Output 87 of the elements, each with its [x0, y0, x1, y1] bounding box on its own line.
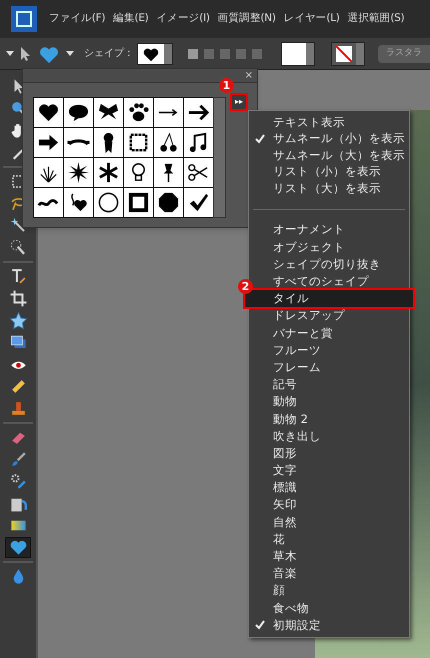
menu-item[interactable]: 選択範囲(S) [348, 11, 404, 27]
menu-item[interactable]: レイヤー(L) [284, 11, 340, 27]
shape-thumbnail[interactable] [64, 158, 93, 187]
shape-thumbnail[interactable] [34, 158, 63, 187]
caret-icon[interactable] [6, 51, 14, 56]
frame-icon [127, 131, 150, 154]
menu-option[interactable]: フレーム [249, 359, 409, 376]
shape-thumbnail[interactable] [94, 188, 123, 217]
shape-thumbnail[interactable] [124, 128, 153, 157]
menu-item[interactable]: 画質調整(N) [218, 11, 276, 27]
menu-option[interactable]: バナーと賞 [249, 324, 409, 342]
menu-option[interactable]: 標識 [249, 479, 409, 496]
menu-option[interactable]: 動物 [249, 393, 409, 411]
heart-icon [8, 538, 28, 557]
paw-icon [127, 101, 150, 124]
shape-thumbnail[interactable] [154, 158, 183, 187]
shape-thumbnail[interactable] [154, 98, 183, 127]
shape-thumbnail[interactable] [154, 188, 183, 217]
shape-thumbnail[interactable] [34, 128, 63, 157]
crop-icon [8, 289, 28, 308]
menu-option[interactable]: テキスト表示 [249, 114, 409, 130]
shape-thumbnail[interactable] [184, 128, 213, 157]
shape-thumbnail[interactable] [124, 158, 153, 187]
shape-thumbnail[interactable] [64, 128, 93, 157]
shape-thumbnail[interactable] [154, 128, 183, 157]
app-logo-icon [11, 6, 37, 32]
menu-option[interactable]: 動物 2 [249, 410, 409, 428]
arrow-pointer-icon[interactable] [20, 46, 32, 62]
menu-option[interactable]: リスト（大）を表示 [249, 180, 409, 196]
shape-picker[interactable] [136, 42, 173, 64]
shape-label: シェイプ : [84, 46, 131, 61]
octagon-icon [157, 191, 180, 214]
no-style-icon [336, 46, 352, 62]
shape-thumbnail[interactable] [64, 188, 93, 217]
close-button[interactable]: × [244, 69, 253, 82]
menu-option[interactable]: 顔 [249, 582, 409, 600]
shape-thumbnail[interactable] [64, 98, 93, 127]
menu-option[interactable]: 草木 [249, 548, 409, 566]
star-icon [8, 311, 28, 330]
panel-menu-button[interactable]: ▸▸ [230, 93, 248, 111]
menu-option[interactable]: サムネール（小）を表示 [249, 130, 409, 147]
shape-thumbnail[interactable] [184, 98, 213, 127]
menu-option[interactable]: 食べ物 [249, 600, 409, 617]
checkmark-icon [187, 191, 210, 214]
menu-option[interactable]: シェイプの切り抜き [249, 256, 409, 274]
shape-thumbnail[interactable] [184, 188, 213, 217]
menu-option[interactable]: 矢印 [249, 496, 409, 514]
menu-option[interactable]: 自然 [249, 514, 409, 531]
menu-item[interactable]: ファイル(F) [49, 11, 106, 27]
scissors-icon [187, 161, 210, 184]
style-picker[interactable] [330, 42, 365, 66]
menu-option[interactable]: 図形 [249, 444, 409, 462]
shape-thumbnail[interactable] [34, 188, 63, 217]
menu-option[interactable]: サムネール（大）を表示 [249, 147, 409, 164]
menu-option[interactable]: タイル [245, 290, 413, 308]
combine-mode-icon[interactable] [186, 48, 199, 60]
menu-option[interactable]: フルーツ [249, 342, 409, 359]
menu-option[interactable]: 花 [249, 530, 409, 548]
menu-option[interactable]: 音楽 [249, 565, 409, 582]
color-swatch[interactable] [280, 42, 315, 66]
shape-thumbnail[interactable] [124, 98, 153, 127]
circle-icon [97, 191, 120, 214]
menu-item[interactable]: イメージ(I) [156, 11, 210, 27]
menu-option[interactable]: オブジェクト [249, 238, 409, 256]
caret-icon[interactable] [66, 51, 74, 56]
scrollbar[interactable] [213, 97, 226, 218]
menu-option[interactable]: リスト（小）を表示 [249, 164, 409, 180]
menu-option[interactable]: 記号 [249, 376, 409, 394]
menu-item[interactable]: 編集(E) [113, 11, 148, 27]
menu-option[interactable]: ドレスアップ [249, 307, 409, 325]
menu-option[interactable]: 吹き出し [249, 428, 409, 445]
shape-thumbnail[interactable] [34, 98, 63, 127]
menu-option[interactable]: 文字 [249, 462, 409, 480]
shape-thumbnail[interactable] [94, 158, 123, 187]
tool-button[interactable] [5, 537, 31, 558]
number-badge: 1 [219, 78, 234, 93]
starburst-icon [67, 161, 90, 184]
heart-icon [142, 46, 160, 62]
shape-thumbnail[interactable] [94, 128, 123, 157]
square-frame-icon [127, 191, 150, 214]
shape-thumbnail[interactable] [184, 158, 213, 187]
menu-option[interactable]: 初期設定 [249, 616, 409, 634]
shape-thumbnail[interactable] [124, 188, 153, 217]
menu-option[interactable]: オーナメント [249, 222, 409, 239]
brush-selection-icon [8, 238, 28, 257]
swirl-icon [37, 196, 60, 208]
shape-thumbnail[interactable] [94, 98, 123, 127]
